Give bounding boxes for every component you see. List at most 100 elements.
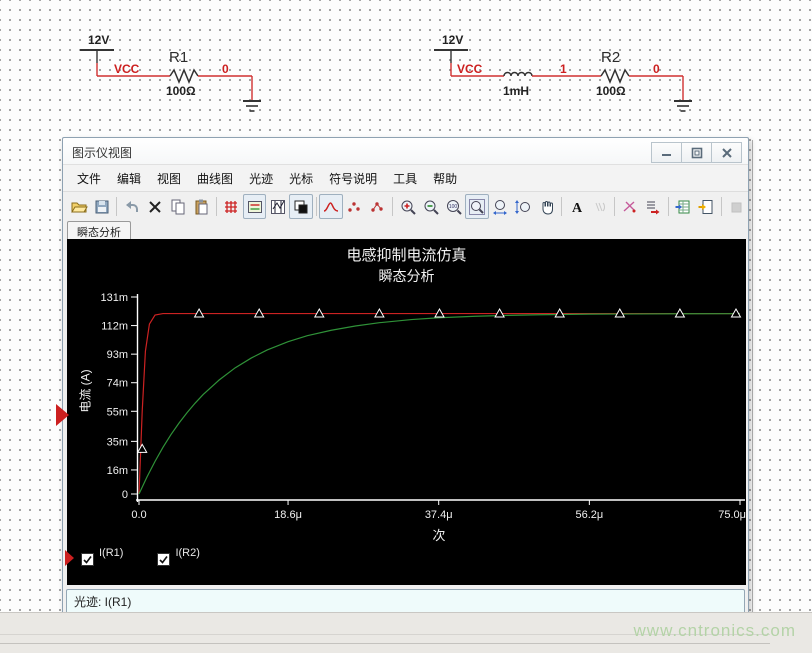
source-voltage-label-right: 12V	[442, 33, 463, 47]
toolbar: 100 A	[63, 192, 748, 221]
legend-label-ir1[interactable]: I(R1)	[99, 547, 123, 559]
resistor-r2[interactable]: R2 100Ω	[596, 49, 629, 98]
line-style-button[interactable]	[319, 194, 342, 219]
zoom-x-button[interactable]	[489, 194, 512, 219]
copy-button[interactable]	[167, 194, 190, 219]
zoom-area-button[interactable]	[465, 194, 488, 219]
zoom-100-button[interactable]: 100	[442, 194, 465, 219]
trace-I(R2)[interactable]	[139, 314, 740, 494]
dots-line-style-button[interactable]	[366, 194, 389, 219]
zoom-out-button[interactable]	[419, 194, 442, 219]
pan-hand-icon	[538, 198, 556, 216]
open-button[interactable]	[67, 194, 90, 219]
add-text-button[interactable]: A	[565, 194, 588, 219]
net-label-0-right: 0	[653, 62, 660, 76]
resistor-value-r1: 100Ω	[166, 84, 196, 98]
axis-select-arrow-icon[interactable]	[56, 404, 69, 426]
plot-svg[interactable]: 016m35m55m74m93m112m131m0.018.6μ37.4μ56.…	[67, 239, 746, 585]
menu-view[interactable]: 视图	[149, 166, 189, 191]
close-button[interactable]	[711, 142, 742, 163]
export-excel-button[interactable]	[672, 194, 695, 219]
zoom-y-icon	[514, 198, 532, 216]
open-folder-icon	[70, 198, 88, 216]
zoom-out-icon	[422, 198, 440, 216]
grid-toggle-button[interactable]	[220, 194, 243, 219]
pan-button[interactable]	[535, 194, 558, 219]
toolbar-separator	[668, 197, 669, 216]
toolbar-separator	[316, 197, 317, 216]
window-title: 图示仪视图	[72, 144, 132, 161]
menu-trace[interactable]: 光迹	[241, 166, 281, 191]
svg-text:16m: 16m	[107, 465, 128, 477]
chart-legend: I(R1) I(R2)	[81, 547, 200, 566]
inductor-l1[interactable]: 1mH	[503, 73, 532, 99]
resistor-ref-r1: R1	[169, 49, 188, 66]
export-excel-icon	[674, 198, 692, 216]
ground-symbol-left[interactable]	[243, 101, 261, 111]
zoom-x-icon	[491, 198, 509, 216]
export-button[interactable]	[641, 194, 664, 219]
stop-icon	[727, 198, 745, 216]
toolbar-separator	[721, 197, 722, 216]
menu-tools[interactable]: 工具	[385, 166, 425, 191]
trace-checkbox-ir2[interactable]	[157, 553, 170, 566]
export-labview-button[interactable]	[695, 194, 718, 219]
trace-I(R1)[interactable]	[139, 314, 740, 494]
toolbar-separator	[614, 197, 615, 216]
properties-icon	[591, 198, 609, 216]
svg-text:35m: 35m	[107, 436, 128, 448]
properties-button[interactable]	[588, 194, 611, 219]
vcc-source-left[interactable]: 12V	[80, 33, 114, 63]
legend-label-ir2[interactable]: I(R2)	[175, 547, 199, 559]
trace-checkbox-ir1[interactable]	[81, 553, 94, 566]
sheet-border	[752, 140, 753, 616]
menu-edit[interactable]: 编辑	[109, 166, 149, 191]
undo-icon	[123, 198, 141, 216]
delete-x-icon	[146, 198, 164, 216]
checkmark-icon	[159, 555, 168, 564]
cursor-measure-button[interactable]	[618, 194, 641, 219]
minimize-icon	[661, 147, 672, 158]
stop-button[interactable]	[725, 194, 748, 219]
black-white-toggle-button[interactable]	[289, 194, 312, 219]
toolbar-separator	[561, 197, 562, 216]
svg-text:18.6μ: 18.6μ	[274, 509, 302, 521]
dots-style-button[interactable]	[343, 194, 366, 219]
paste-icon	[192, 198, 210, 216]
zoom-in-button[interactable]	[396, 194, 419, 219]
window-titlebar[interactable]: 图示仪视图	[63, 138, 748, 165]
vcc-source-right[interactable]: 12V	[434, 33, 468, 63]
black-white-icon	[292, 198, 310, 216]
legend-toggle-button[interactable]	[243, 194, 266, 219]
menu-graph[interactable]: 曲线图	[189, 166, 241, 191]
toolbar-separator	[116, 197, 117, 216]
grapher-window: 图示仪视图 文件 编辑 视图 曲线图 光迹 光标 符号说明 工具 帮助	[62, 137, 749, 620]
menu-bar: 文件 编辑 视图 曲线图 光迹 光标 符号说明 工具 帮助	[63, 165, 748, 192]
ground-symbol-right[interactable]	[674, 101, 692, 111]
net-label-0-left: 0	[222, 62, 229, 76]
close-icon	[721, 147, 733, 159]
svg-text:0.0: 0.0	[131, 509, 146, 521]
undo-button[interactable]	[120, 194, 143, 219]
menu-legend[interactable]: 符号说明	[321, 166, 385, 191]
delete-button[interactable]	[143, 194, 166, 219]
menu-help[interactable]: 帮助	[425, 166, 465, 191]
cursors-toggle-button[interactable]	[266, 194, 289, 219]
legend-icon	[246, 198, 264, 216]
svg-text:93m: 93m	[107, 349, 128, 361]
restore-button[interactable]	[681, 142, 712, 163]
save-button[interactable]	[90, 194, 113, 219]
svg-text:56.2μ: 56.2μ	[575, 509, 603, 521]
svg-text:100: 100	[449, 204, 458, 210]
checkmark-icon	[83, 555, 92, 564]
paste-button[interactable]	[190, 194, 213, 219]
zoom-y-button[interactable]	[512, 194, 535, 219]
dots-icon	[345, 198, 363, 216]
minimize-button[interactable]	[651, 142, 682, 163]
menu-cursor[interactable]: 光标	[281, 166, 321, 191]
resistor-r1[interactable]: R1 100Ω	[166, 49, 198, 98]
svg-text:131m: 131m	[100, 292, 128, 304]
net-label-1: 1	[560, 62, 567, 76]
menu-file[interactable]: 文件	[69, 166, 109, 191]
legend-item-ir1: I(R1)	[81, 547, 123, 566]
